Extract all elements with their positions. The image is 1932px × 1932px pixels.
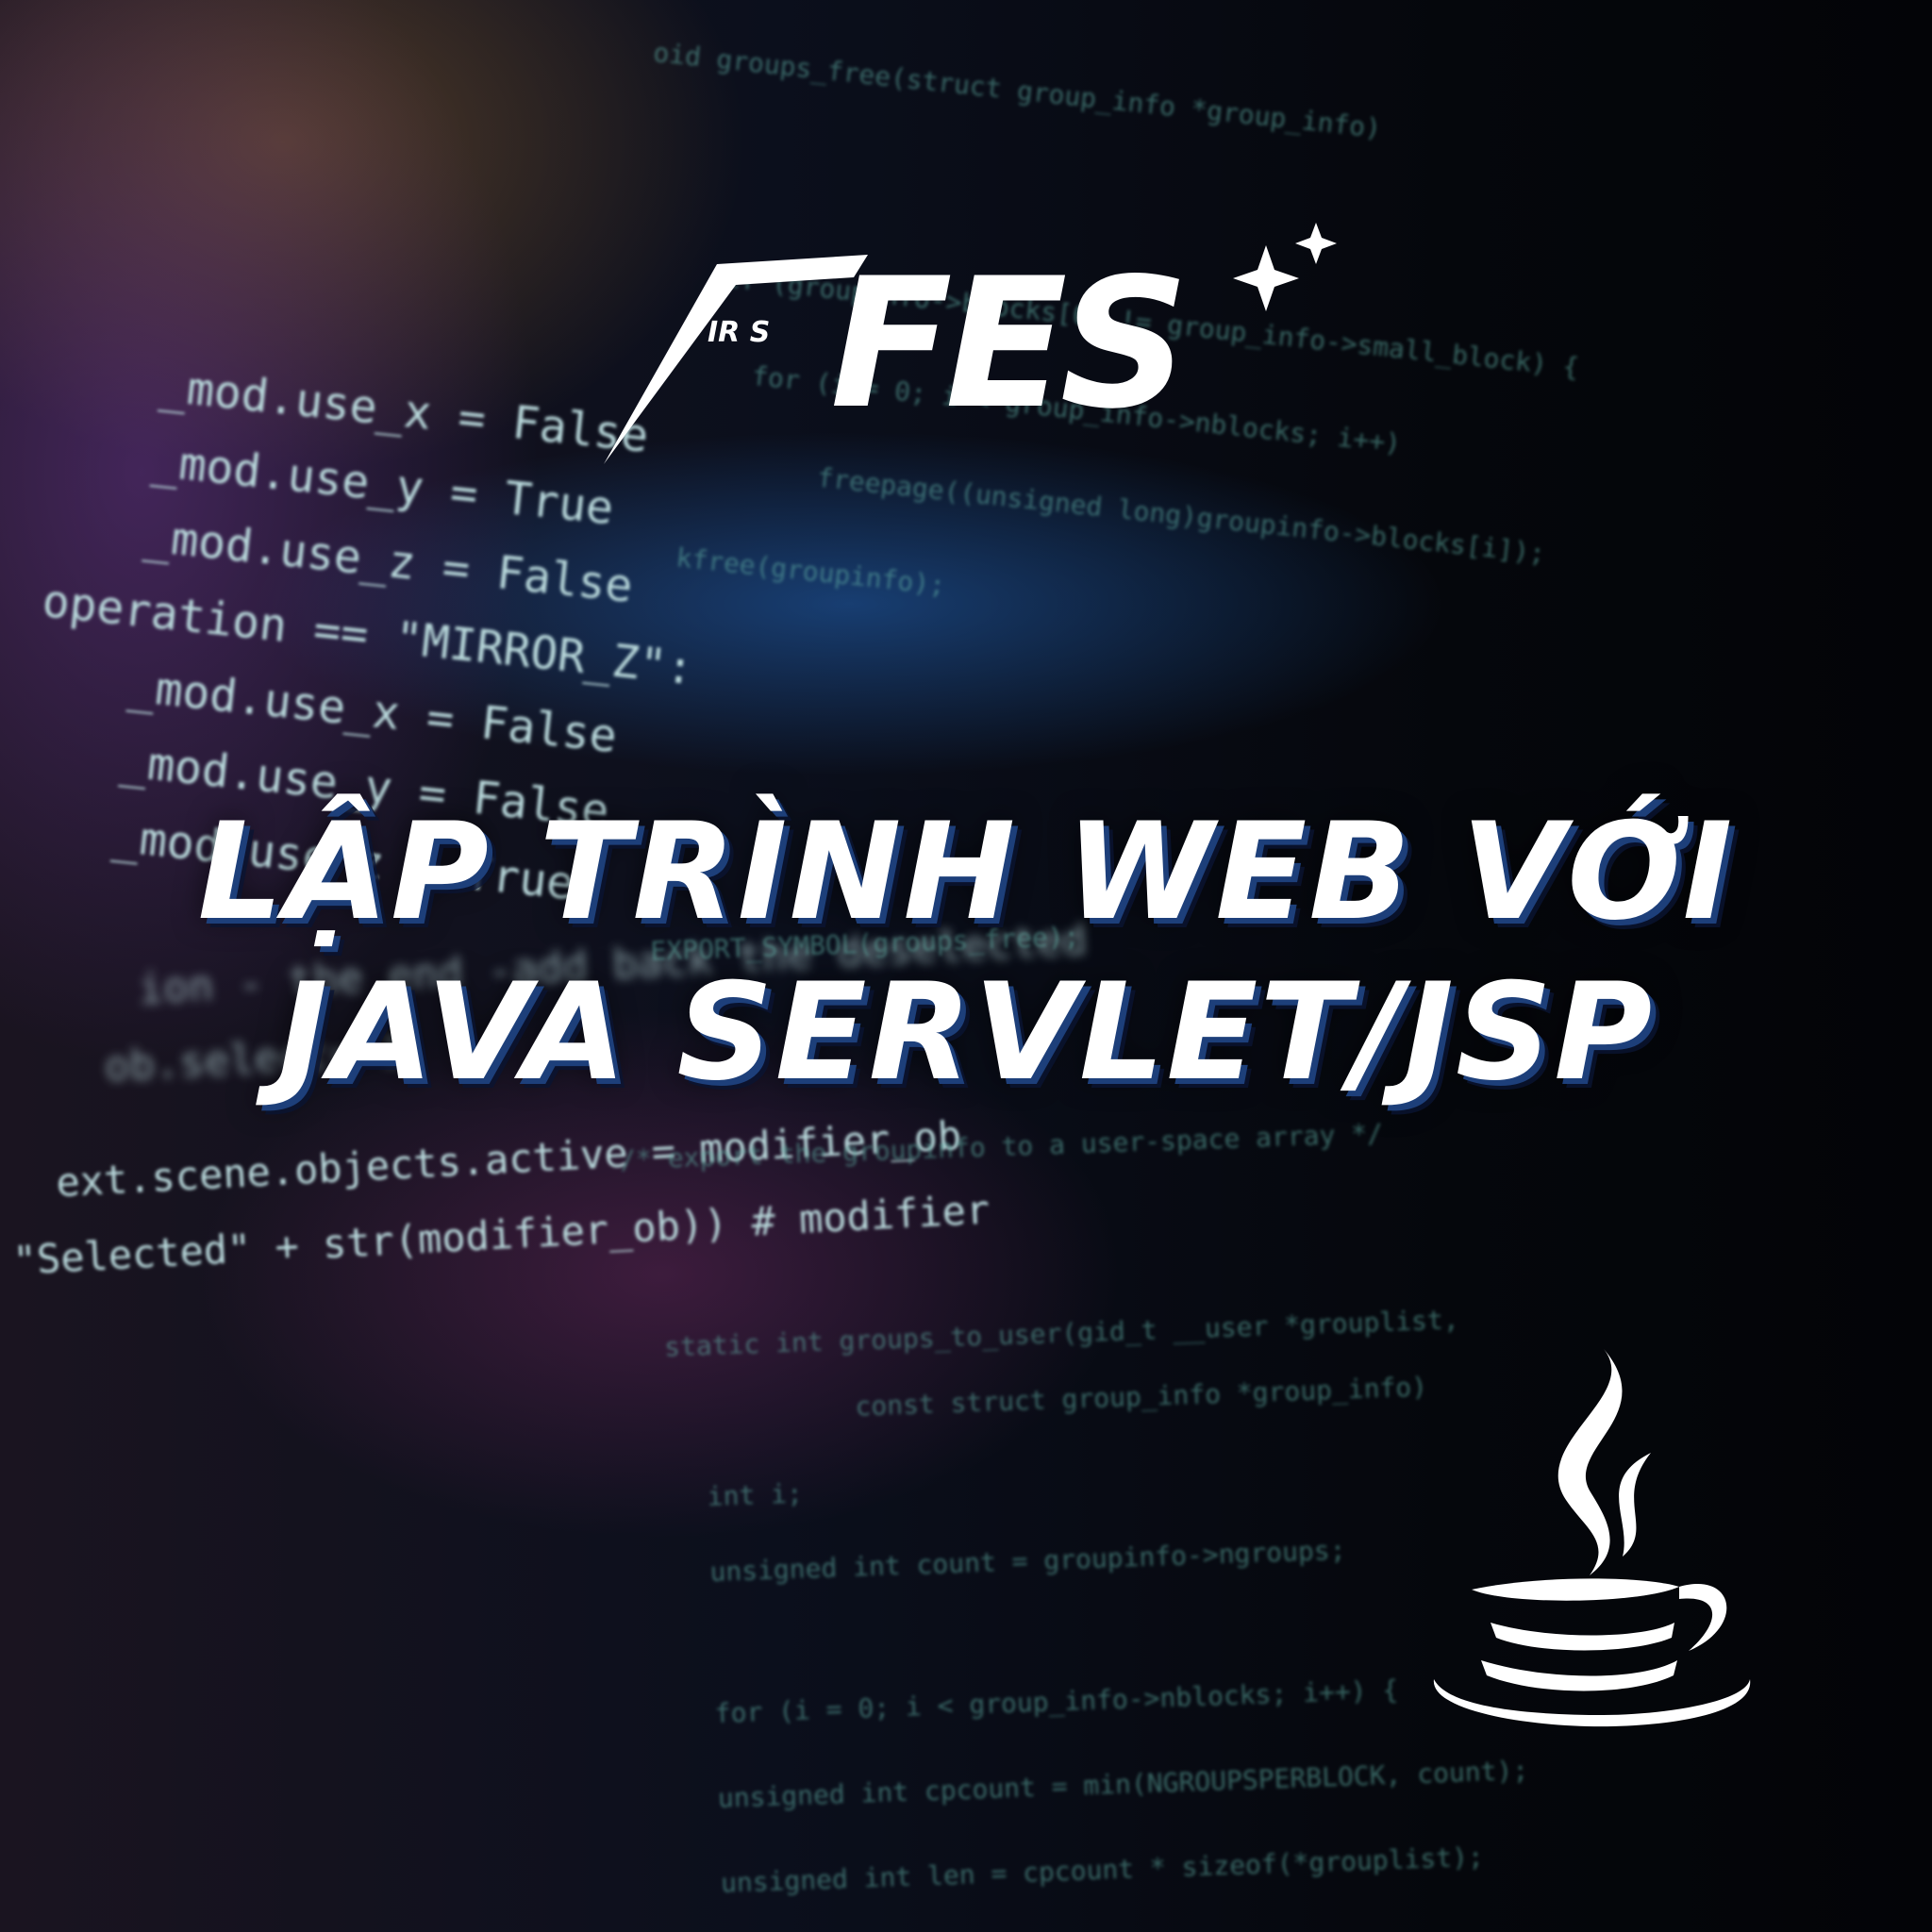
java-logo-svg	[1433, 1349, 1751, 1727]
code-line: const struct group_info *group_info)	[855, 1371, 1428, 1423]
code-line: int i;	[707, 1477, 803, 1512]
code-line: unsigned int count = groupinfo->ngroups;	[709, 1534, 1346, 1588]
code-line: static int groups_to_user(gid_t __user *…	[664, 1304, 1460, 1363]
code-line: unsigned int len = cpcount * sizeof(*gro…	[720, 1840, 1484, 1898]
sparkle-icon	[1233, 223, 1337, 311]
code-line: kfree(groupinfo);	[675, 541, 946, 601]
fes-logo-svg: IR S FES	[604, 223, 1337, 464]
code-line: unsigned int cpcount = min(NGROUPSPERBLO…	[717, 1755, 1528, 1814]
code-line: for (i = 0; i < group_info->nblocks; i++…	[714, 1674, 1399, 1729]
fes-logo: IR S FES	[594, 217, 1349, 481]
java-coffee-cup-icon	[1424, 1340, 1764, 1736]
course-title-line-2: JAVA SERVLET/JSP	[277, 955, 1655, 1110]
poster: _mod.use_x = False _mod.use_y = True _mo…	[0, 0, 1932, 1932]
logo-wordmark: FES	[830, 240, 1181, 448]
logo-subtext: IR S	[708, 316, 770, 349]
code-line: "Selected" + str(modifier_ob)) # modifie…	[11, 1187, 991, 1284]
code-line: oid groups_free(struct group_info *group…	[652, 37, 1383, 145]
course-title-line-1: LẬP TRÌNH WEB VỚI	[197, 794, 1735, 950]
